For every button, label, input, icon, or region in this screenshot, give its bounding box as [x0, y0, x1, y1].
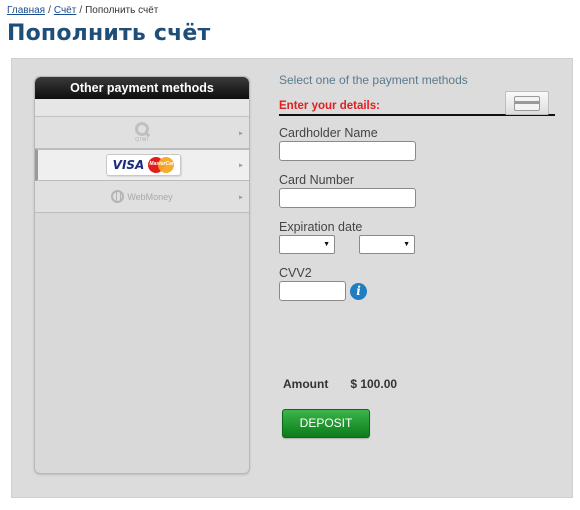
card-type-button[interactable]: [505, 91, 549, 115]
cvv2-input[interactable]: [279, 281, 346, 301]
mastercard-logo-icon: MasterCard: [148, 157, 177, 173]
credit-card-icon: [514, 95, 540, 111]
breadcrumb-separator: /: [79, 5, 83, 16]
cvv2-label: CVV2: [279, 266, 312, 280]
expiration-month-select[interactable]: ▼: [279, 235, 335, 254]
card-number-input[interactable]: [279, 188, 416, 208]
page-title: Пополнить счёт: [7, 21, 211, 46]
breadcrumb: Главная / Счёт / Пополнить счёт: [7, 5, 158, 16]
card-details-form: Select one of the payment methods Enter …: [279, 73, 555, 301]
amount-label: Amount: [283, 377, 329, 391]
breadcrumb-account-link[interactable]: Счёт: [54, 5, 76, 16]
enter-details-label: Enter your details:: [279, 100, 380, 112]
cardholder-name-input[interactable]: [279, 141, 416, 161]
dropdown-arrow-icon: ▼: [323, 241, 330, 248]
chevron-right-icon: ▸: [238, 160, 243, 170]
expiration-selects: ▼ ▼: [279, 235, 555, 254]
webmoney-logo-icon: WebMoney: [111, 190, 173, 203]
payment-method-webmoney[interactable]: WebMoney ▸: [35, 181, 249, 213]
chevron-right-icon: ▸: [238, 192, 243, 201]
payment-methods-spacer: [35, 99, 249, 117]
breadcrumb-home-link[interactable]: Главная: [7, 5, 45, 16]
deposit-button[interactable]: DEPOSIT: [282, 409, 370, 438]
amount-row: Amount $ 100.00: [283, 377, 397, 391]
select-method-hint: Select one of the payment methods: [279, 73, 468, 87]
expiration-date-label: Expiration date: [279, 220, 363, 234]
info-icon[interactable]: i: [350, 282, 367, 300]
payment-methods-title: Other payment methods: [35, 77, 249, 99]
payment-panel: Other payment methods QIWI ▸ VISA Master…: [11, 58, 573, 498]
payment-methods-sidebar: Other payment methods QIWI ▸ VISA Master…: [34, 76, 250, 474]
breadcrumb-current: Пополнить счёт: [85, 5, 159, 16]
payment-method-visa-mastercard[interactable]: VISA MasterCard ▸: [35, 149, 249, 181]
cardholder-name-label: Cardholder Name: [279, 126, 378, 140]
card-number-label: Card Number: [279, 173, 355, 187]
cvv2-row: i: [279, 281, 555, 301]
amount-value: $ 100.00: [350, 377, 398, 391]
chevron-right-icon: ▸: [238, 128, 243, 137]
qiwi-logo-icon: QIWI: [135, 122, 149, 143]
dropdown-arrow-icon: ▼: [403, 241, 410, 248]
payment-method-qiwi[interactable]: QIWI ▸: [35, 117, 249, 149]
expiration-year-select[interactable]: ▼: [359, 235, 415, 254]
details-header: Enter your details:: [279, 91, 555, 116]
page: Главная / Счёт / Пополнить счёт Пополнить сч…: [0, 0, 580, 510]
visa-logo-icon: VISA: [112, 158, 145, 172]
visa-mastercard-logo-icon: VISA MasterCard: [105, 154, 182, 176]
breadcrumb-separator: /: [48, 5, 51, 16]
